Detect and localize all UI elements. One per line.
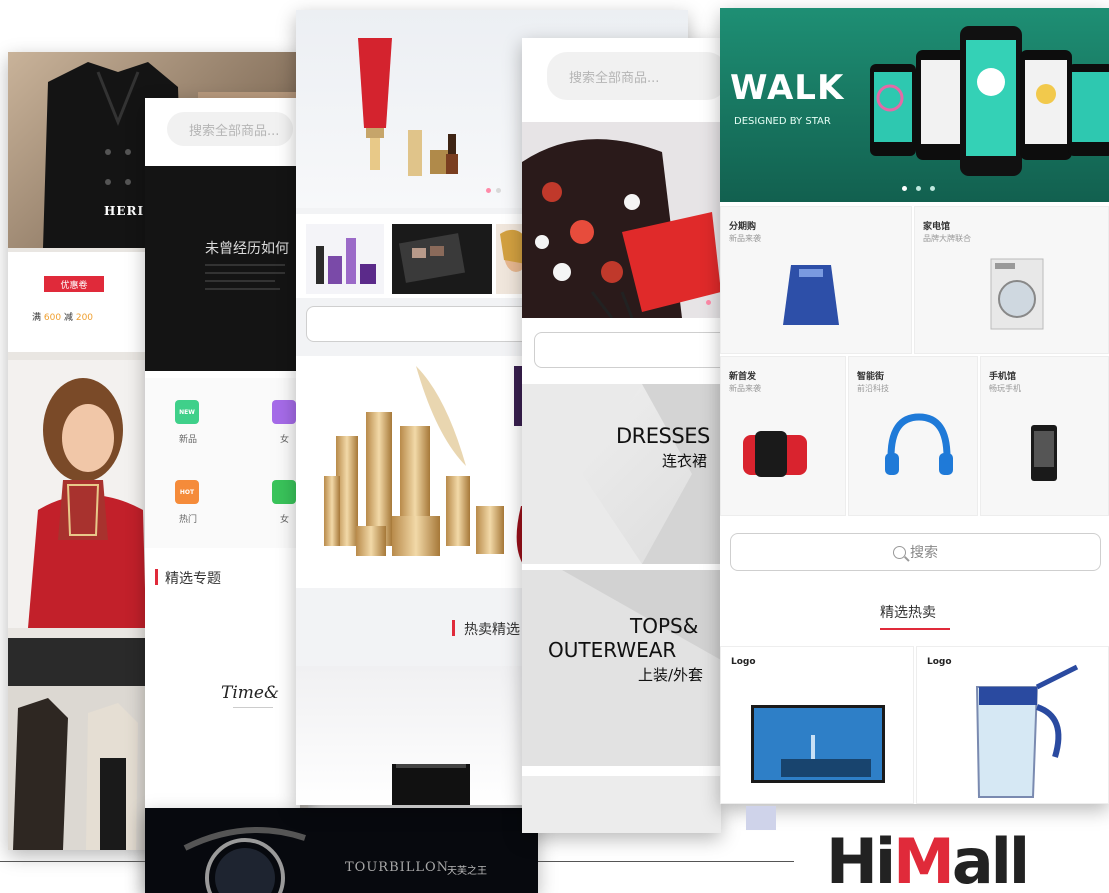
logo-m: M [893, 825, 955, 893]
tv-icon [751, 705, 885, 783]
logo-all: all [951, 825, 1030, 893]
tile-women-1-label: 女 [280, 435, 290, 445]
coupon-threshold: 600 [43, 313, 62, 323]
walk-banner: WALK DESIGNED BY STAR [720, 8, 1109, 202]
tile-women-2[interactable]: 女 [250, 464, 300, 544]
feature-card[interactable]: Time& [145, 603, 300, 803]
coupon-card[interactable]: 优惠卷 满 600 减 200 [8, 252, 146, 352]
tops-en-1: TOPS& [630, 614, 699, 638]
tile-hot-label: 热门 [179, 515, 198, 525]
carousel-dot-active[interactable] [706, 300, 711, 305]
screen-electronics: WALK DESIGNED BY STAR 分期购 新品来袭 家电馆 品牌大牌联… [720, 8, 1109, 804]
category-phones[interactable]: 手机馆 畅玩手机 [980, 356, 1109, 516]
search-label: 搜索 [910, 545, 938, 561]
tile-new[interactable]: NEW 新品 [145, 378, 241, 458]
search-box[interactable] [534, 332, 721, 368]
dress-illustration [522, 139, 721, 319]
logo-hi: Hi [826, 825, 896, 893]
category-smart[interactable]: 智能街 前沿科技 [848, 356, 978, 516]
script-text: Time& [221, 683, 280, 703]
product-tile-tv[interactable]: Logo [720, 646, 914, 804]
section-marker [452, 620, 455, 636]
peek-tile [746, 806, 776, 830]
section-title: 精选热卖 [880, 605, 936, 621]
product-thumb[interactable] [392, 224, 492, 294]
coupon-mid: 减 [63, 313, 73, 323]
model-illustration [28, 378, 146, 628]
product-tile-pitcher[interactable]: Logo [916, 646, 1109, 804]
coupon-amount: 200 [75, 313, 94, 323]
screen-dresses: 搜索全部商品... DRESSES 连衣裙 TOPS& OUTERWEAR 上装… [522, 38, 721, 833]
watch-text-cn: 天芙之王 [447, 866, 487, 877]
carousel-dot-active[interactable] [486, 188, 491, 193]
category-new-release[interactable]: 新首发 新品来袭 [720, 356, 846, 516]
tag-icon [272, 480, 296, 504]
washer-icon [990, 258, 1044, 330]
search-icon [893, 545, 906, 559]
category-appliances[interactable]: 家电馆 品牌大牌联合 [914, 206, 1109, 354]
tops-en-2: OUTERWEAR [548, 638, 677, 662]
carousel-dot[interactable] [496, 188, 501, 193]
divider-right [538, 861, 794, 862]
model-photo [8, 360, 146, 628]
search-box[interactable]: 搜索 [730, 533, 1101, 571]
new-icon: NEW [175, 400, 199, 424]
himall-logo: Hi M all [826, 806, 1030, 893]
screen-category: 搜索全部商品... 未曾经历如何 NEW 新品 女 HOT 热门 女 精选专题 … [145, 98, 300, 893]
dresses-card[interactable]: DRESSES 连衣裙 [522, 384, 721, 564]
banner: 未曾经历如何 [145, 166, 300, 371]
carousel-dot[interactable] [930, 186, 935, 191]
banner-title: WALK [730, 68, 845, 108]
section-title: 热卖精选 [464, 622, 520, 638]
product-thumb[interactable] [306, 224, 384, 294]
banner-text: 未曾经历如何 [205, 241, 289, 257]
category-installment[interactable]: 分期购 新品来袭 [720, 206, 912, 354]
watch-banner: TOURBILLON 天芙之王 [145, 808, 538, 893]
search-input[interactable]: 搜索全部商品... [547, 52, 721, 100]
category-grid: NEW 新品 女 HOT 热门 女 [145, 378, 300, 548]
brand-sign: HERI [104, 204, 145, 218]
tile-new-label: 新品 [179, 435, 198, 445]
search-input[interactable]: 搜索全部商品... [167, 112, 293, 146]
scale-icon [783, 265, 839, 325]
coupon-prefix: 满 [32, 313, 42, 323]
tile-women-1[interactable]: 女 [250, 378, 300, 458]
dresses-shape [522, 384, 721, 564]
dresses-en: DRESSES [616, 424, 710, 448]
coupon-text: 满 600 减 200 [32, 310, 93, 323]
banner-sub: DESIGNED BY STAR [734, 116, 831, 127]
pitcher-icon [975, 664, 1079, 798]
section-underline [880, 628, 950, 630]
watch-illustration [183, 827, 306, 893]
dress-photo [522, 122, 721, 319]
dresses-cn: 连衣裙 [662, 452, 708, 470]
carousel-dot[interactable] [916, 186, 921, 191]
tile-women-2-label: 女 [280, 515, 290, 525]
carousel-dot-active[interactable] [902, 186, 907, 191]
coats-illustration [13, 698, 138, 850]
tops-cn: 上装/外套 [638, 666, 704, 684]
phone-icon [1031, 425, 1057, 481]
section-marker [155, 569, 158, 585]
watch-text-latin: TOURBILLON [345, 860, 450, 875]
headphones-icon [885, 413, 953, 475]
coupon-badge: 优惠卷 [44, 276, 104, 292]
tops-card[interactable]: TOPS& OUTERWEAR 上装/外套 [522, 570, 721, 766]
bottles-illustration [316, 238, 376, 284]
section-title: 精选专题 [165, 571, 221, 587]
phones-illustration [870, 26, 1109, 176]
divider-left [0, 861, 145, 862]
tile-hot[interactable]: HOT 热门 [145, 464, 241, 544]
smartwatch-icon [743, 431, 807, 477]
palette-illustration [398, 233, 466, 283]
tag-icon [272, 400, 296, 424]
marketing-collage: HERI 优惠卷 满 600 减 200 搜索全部商品... 未曾经历如何 NE… [0, 0, 1109, 893]
hot-icon: HOT [175, 480, 199, 504]
